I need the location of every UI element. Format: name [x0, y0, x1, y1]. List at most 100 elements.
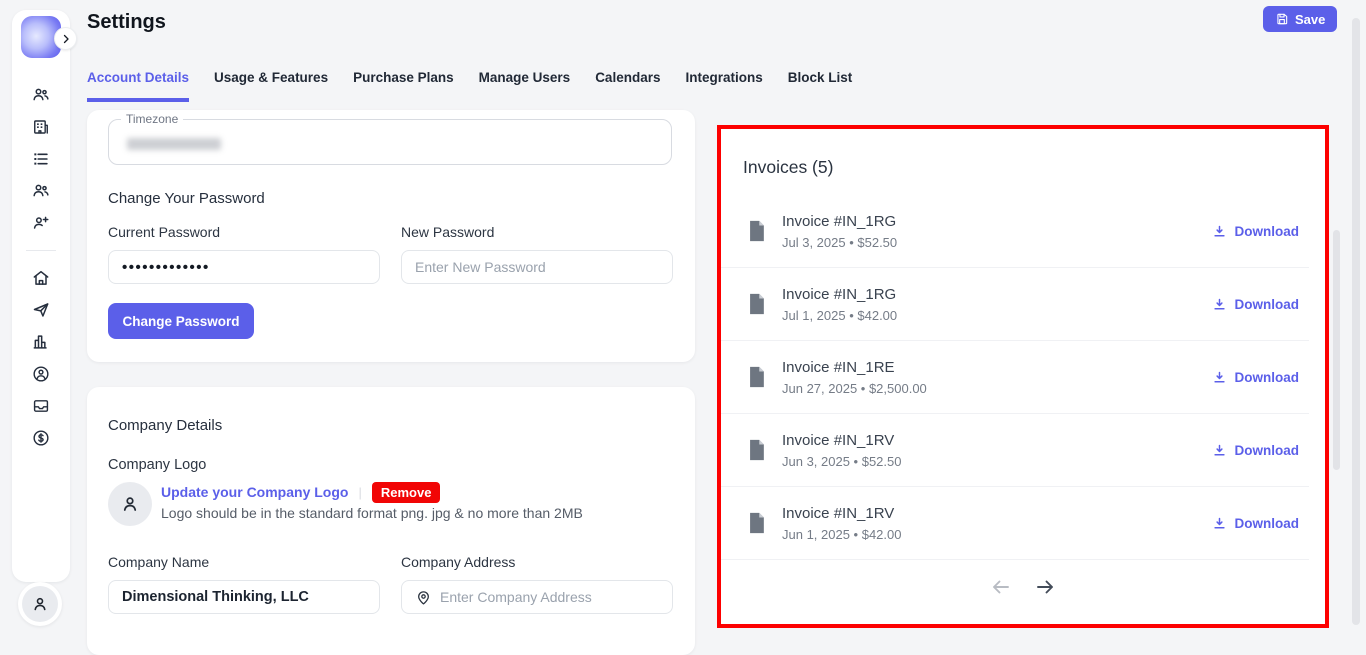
download-icon — [1212, 370, 1227, 385]
current-password-value: ••••••••••••• — [122, 259, 210, 276]
tab-calendars[interactable]: Calendars — [595, 70, 660, 102]
home-icon[interactable] — [31, 268, 51, 288]
company-icon[interactable] — [31, 117, 51, 137]
invoice-meta: Jun 1, 2025 • $42.00 — [782, 527, 901, 542]
company-name-input[interactable]: Dimensional Thinking, LLC — [108, 580, 380, 614]
download-label: Download — [1235, 370, 1300, 385]
download-link[interactable]: Download — [1212, 443, 1300, 458]
prev-page-arrow-icon[interactable] — [989, 575, 1013, 599]
page-title: Settings — [87, 11, 166, 34]
company-address-placeholder: Enter Company Address — [440, 589, 592, 605]
file-icon — [747, 366, 766, 388]
tab-manage-users[interactable]: Manage Users — [479, 70, 571, 102]
remove-logo-button[interactable]: Remove — [372, 482, 441, 503]
invoice-row: Invoice #IN_1RE Jun 27, 2025 • $2,500.00… — [721, 341, 1309, 414]
invoices-title: Invoices (5) — [743, 157, 833, 178]
sidebar-divider — [26, 250, 56, 251]
person-icon — [119, 493, 141, 515]
invoices-panel: Invoices (5) Invoice #IN_1RG Jul 3, 2025… — [717, 125, 1329, 628]
company-logo-label: Company Logo — [108, 457, 206, 473]
company-logo-actions: Update your Company Logo | Remove — [161, 481, 440, 503]
add-user-icon[interactable] — [31, 213, 51, 233]
company-address-label: Company Address — [401, 554, 515, 570]
settings-tabs: Account Details Usage & Features Purchas… — [87, 70, 852, 102]
invoices-pagination — [721, 575, 1325, 599]
invoice-name: Invoice #IN_1RV — [782, 505, 901, 522]
timezone-label: Timezone — [121, 112, 183, 126]
download-link[interactable]: Download — [1212, 224, 1300, 239]
new-password-input[interactable]: Enter New Password — [401, 250, 673, 284]
file-icon — [747, 439, 766, 461]
logo-actions-separator: | — [358, 485, 361, 500]
tab-account-details[interactable]: Account Details — [87, 70, 189, 102]
tab-block-list[interactable]: Block List — [788, 70, 853, 102]
support-icon[interactable] — [31, 364, 51, 384]
file-icon — [747, 220, 766, 242]
invoice-meta: Jun 27, 2025 • $2,500.00 — [782, 381, 927, 396]
invoices-list: Invoice #IN_1RG Jul 3, 2025 • $52.50 Dow… — [721, 195, 1325, 560]
company-address-input[interactable]: Enter Company Address — [401, 580, 673, 614]
invoice-row: Invoice #IN_1RV Jun 3, 2025 • $52.50 Dow… — [721, 414, 1309, 487]
download-icon — [1212, 224, 1227, 239]
profile-avatar[interactable] — [18, 582, 62, 626]
download-icon — [1212, 297, 1227, 312]
tab-usage-features[interactable]: Usage & Features — [214, 70, 328, 102]
page-scrollbar-thumb[interactable] — [1352, 18, 1360, 625]
invoice-name: Invoice #IN_1RE — [782, 359, 927, 376]
team-icon[interactable] — [31, 181, 51, 201]
sidebar-nav — [12, 85, 70, 448]
invoice-name: Invoice #IN_1RV — [782, 432, 901, 449]
tab-purchase-plans[interactable]: Purchase Plans — [353, 70, 454, 102]
download-link[interactable]: Download — [1212, 516, 1300, 531]
list-icon[interactable] — [31, 149, 51, 169]
download-label: Download — [1235, 224, 1300, 239]
save-icon — [1275, 12, 1289, 26]
invoice-name: Invoice #IN_1RG — [782, 213, 897, 230]
save-button-label: Save — [1295, 12, 1325, 27]
invoice-meta: Jul 3, 2025 • $52.50 — [782, 235, 897, 250]
download-link[interactable]: Download — [1212, 370, 1300, 385]
tab-integrations[interactable]: Integrations — [685, 70, 762, 102]
download-label: Download — [1235, 297, 1300, 312]
new-password-label: New Password — [401, 224, 494, 240]
invoice-row: Invoice #IN_1RG Jul 1, 2025 • $42.00 Dow… — [721, 268, 1309, 341]
content-scrollbar-thumb[interactable] — [1333, 230, 1340, 470]
download-icon — [1212, 516, 1227, 531]
users-icon[interactable] — [31, 85, 51, 105]
download-link[interactable]: Download — [1212, 297, 1300, 312]
timezone-input[interactable]: Timezone — [108, 119, 672, 165]
company-logo-avatar — [108, 482, 152, 526]
invoice-row: Invoice #IN_1RG Jul 3, 2025 • $52.50 Dow… — [721, 195, 1309, 268]
send-icon[interactable] — [31, 300, 51, 320]
invoice-row: Invoice #IN_1RV Jun 1, 2025 • $42.00 Dow… — [721, 487, 1309, 560]
company-name-value: Dimensional Thinking, LLC — [122, 589, 309, 605]
download-label: Download — [1235, 443, 1300, 458]
company-details-card: Company Details Company Logo Update your… — [87, 387, 695, 655]
timezone-value-redacted — [127, 138, 221, 150]
sidebar — [12, 10, 70, 582]
reports-icon[interactable] — [31, 332, 51, 352]
chevron-right-icon — [60, 33, 72, 45]
download-label: Download — [1235, 516, 1300, 531]
current-password-label: Current Password — [108, 224, 220, 240]
download-icon — [1212, 443, 1227, 458]
person-icon — [22, 586, 58, 622]
sidebar-expand-button[interactable] — [54, 27, 77, 50]
current-password-input[interactable]: ••••••••••••• — [108, 250, 380, 284]
change-password-title: Change Your Password — [108, 190, 265, 207]
invoice-name: Invoice #IN_1RG — [782, 286, 897, 303]
company-name-label: Company Name — [108, 554, 209, 570]
change-password-button[interactable]: Change Password — [108, 303, 254, 339]
new-password-placeholder: Enter New Password — [415, 259, 546, 275]
update-logo-link[interactable]: Update your Company Logo — [161, 484, 348, 500]
invoice-meta: Jul 1, 2025 • $42.00 — [782, 308, 897, 323]
invoice-meta: Jun 3, 2025 • $52.50 — [782, 454, 901, 469]
file-icon — [747, 512, 766, 534]
inbox-icon[interactable] — [31, 396, 51, 416]
location-pin-icon — [415, 589, 432, 606]
logo-hint-text: Logo should be in the standard format pn… — [161, 505, 583, 521]
save-button[interactable]: Save — [1263, 6, 1337, 32]
billing-icon[interactable] — [31, 428, 51, 448]
next-page-arrow-icon[interactable] — [1033, 575, 1057, 599]
file-icon — [747, 293, 766, 315]
